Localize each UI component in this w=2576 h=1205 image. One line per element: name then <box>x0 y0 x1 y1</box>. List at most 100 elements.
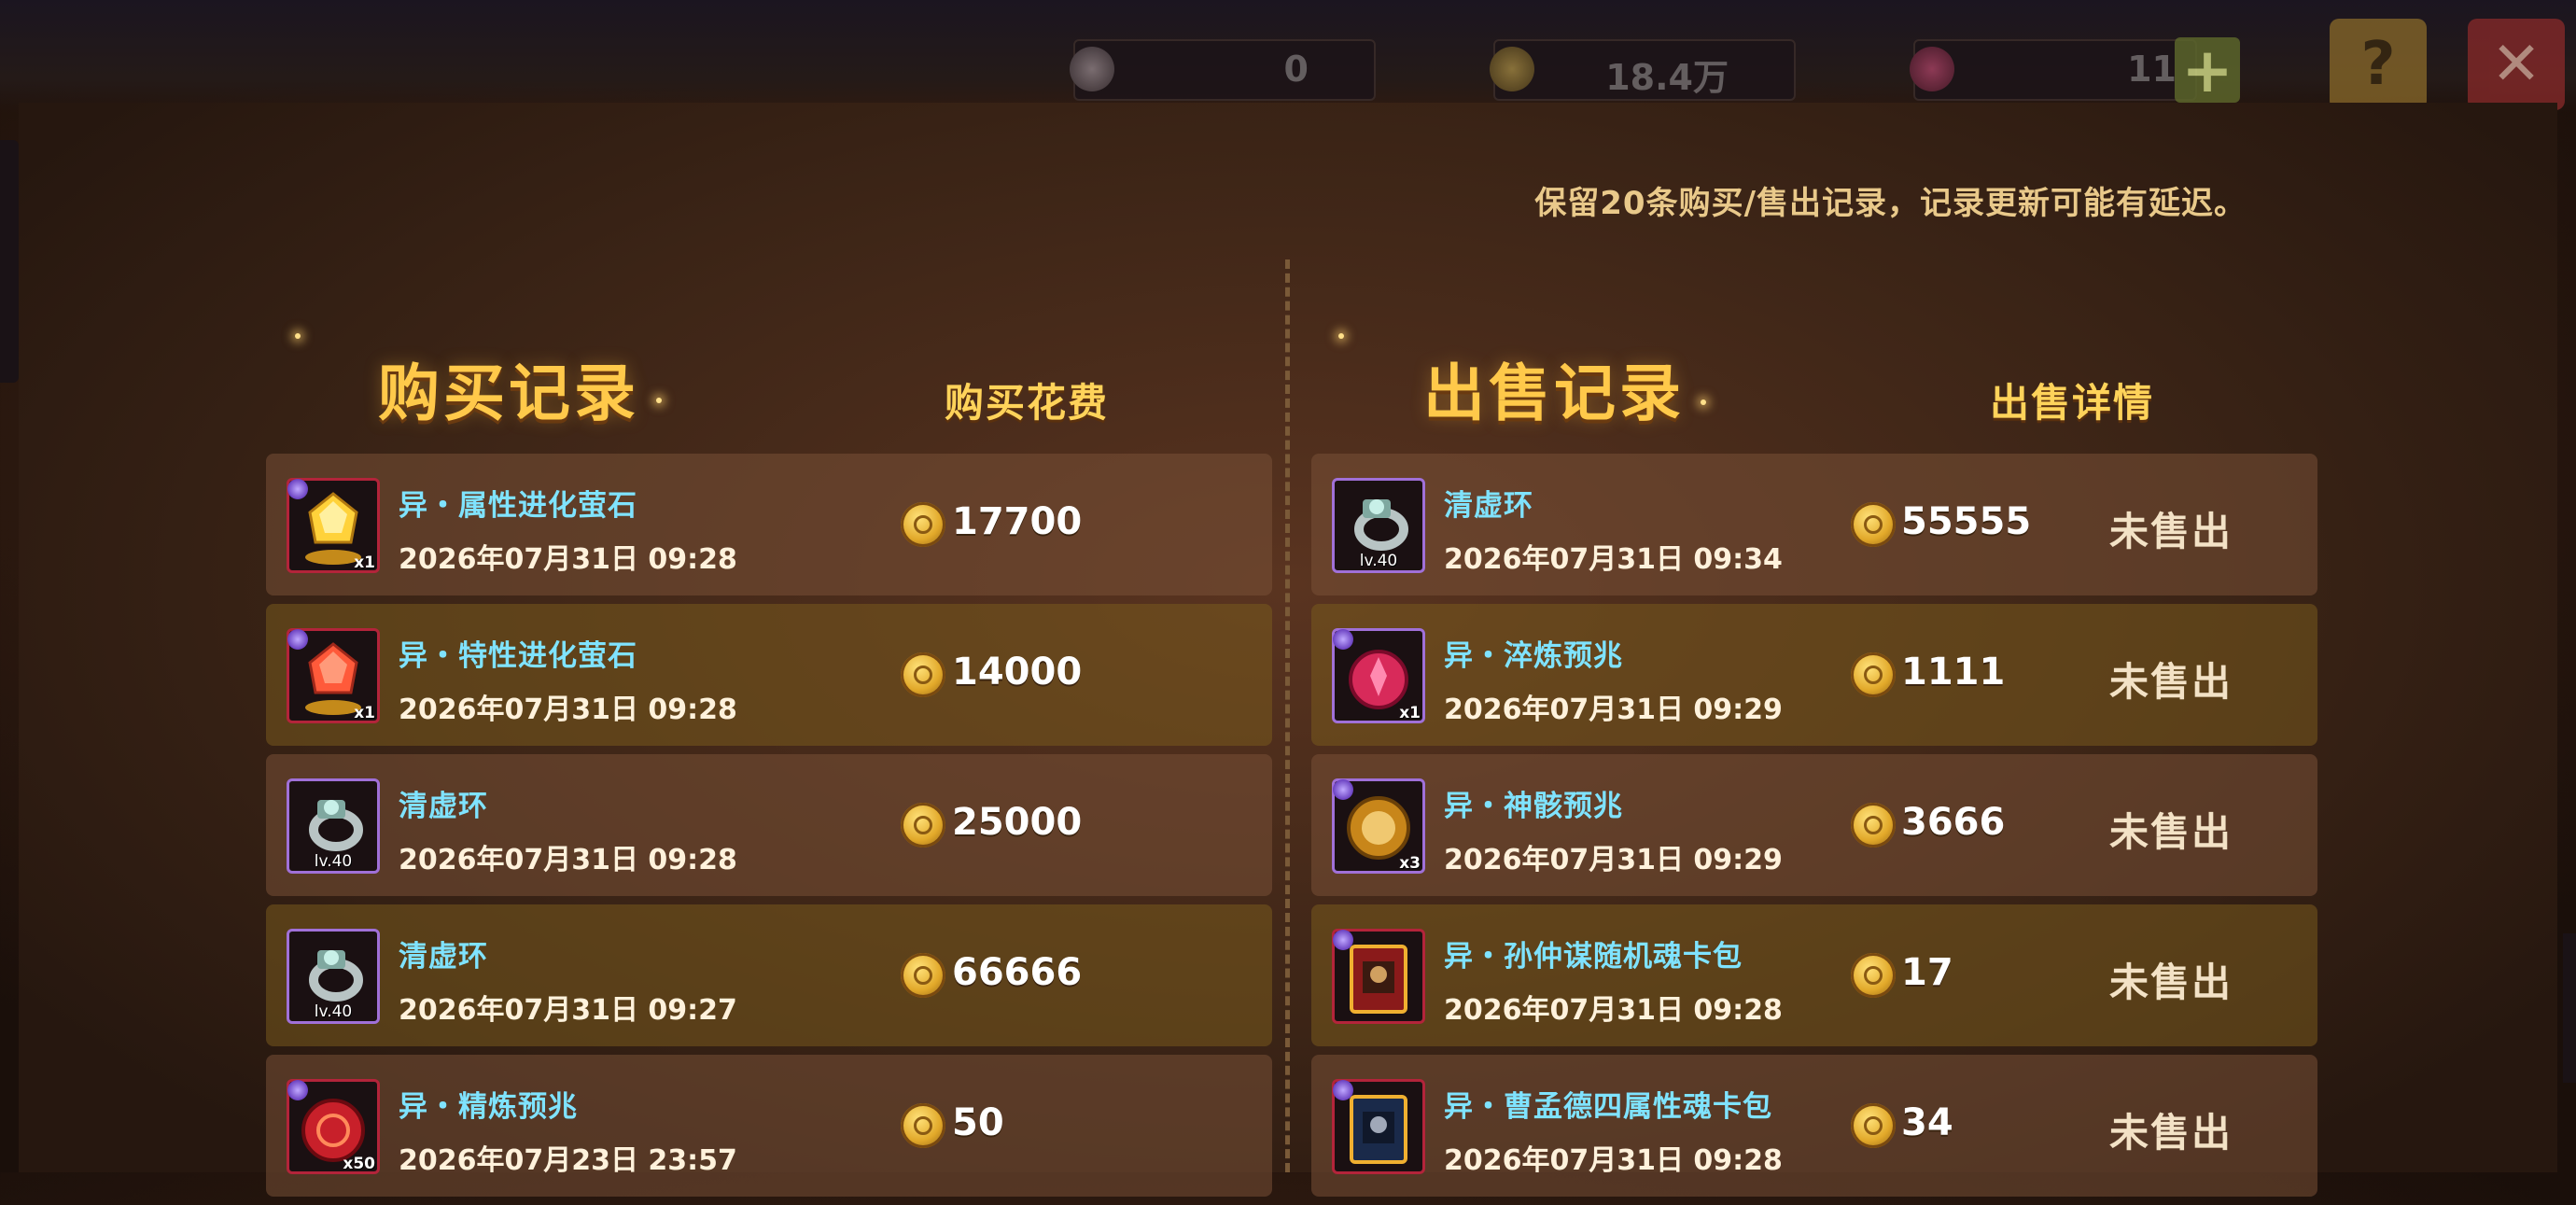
item-name: 清虚环 <box>399 940 488 974</box>
sell-price: 1111 <box>1901 651 2006 694</box>
record-time: 2026年07月31日 09:27 <box>399 994 737 1027</box>
buy-record-row[interactable]: x1 异・特性进化萤石 2026年07月31日 09:28 14000 <box>266 604 1272 746</box>
buy-record-row[interactable]: lv.40 清虚环 2026年07月31日 09:28 25000 <box>266 754 1272 896</box>
sell-record-row[interactable]: 异・曹孟德四属性魂卡包 2026年07月31日 09:28 34 未售出 <box>1311 1055 2317 1197</box>
gem-icon <box>1910 47 1954 91</box>
gold-coin-icon <box>1851 502 1896 547</box>
sparkle <box>656 398 662 403</box>
item-slot[interactable]: lv.40 <box>1332 478 1425 573</box>
gold-coin-icon <box>901 652 945 697</box>
gold-coin-icon <box>1851 1103 1896 1148</box>
record-time: 2026年07月23日 23:57 <box>399 1144 737 1177</box>
buy-record-row[interactable]: x50 异・精炼预兆 2026年07月23日 23:57 50 <box>266 1055 1272 1197</box>
sell-record-row[interactable]: x3 异・神骸预兆 2026年07月31日 09:29 3666 未售出 <box>1311 754 2317 896</box>
item-slot[interactable]: x50 <box>287 1079 380 1174</box>
crystal-counter: 0 <box>1070 39 1376 101</box>
record-time: 2026年07月31日 09:29 <box>1444 844 1783 876</box>
item-slot[interactable]: lv.40 <box>287 929 380 1024</box>
sell-price: 3666 <box>1901 801 2006 844</box>
rarity-icon <box>287 1080 308 1100</box>
item-name: 异・曹孟德四属性魂卡包 <box>1444 1090 1772 1124</box>
gold-value: 18.4万 <box>1605 57 1729 98</box>
item-level: lv.40 <box>314 852 353 871</box>
buy-price: 14000 <box>952 651 1083 694</box>
record-time: 2026年07月31日 09:29 <box>1444 694 1783 726</box>
rarity-icon <box>1333 930 1353 950</box>
gold-coin-icon <box>1851 953 1896 998</box>
item-slot[interactable]: x3 <box>1332 778 1425 874</box>
buy-cost-header: 购买花费 <box>945 380 1110 426</box>
help-button[interactable]: ? <box>2330 19 2427 110</box>
item-name: 异・淬炼预兆 <box>1444 639 1623 673</box>
item-name: 清虚环 <box>1444 489 1533 523</box>
ring-icon <box>309 800 363 851</box>
buy-record-row[interactable]: lv.40 清虚环 2026年07月31日 09:27 66666 <box>266 904 1272 1046</box>
record-time: 2026年07月31日 09:28 <box>399 844 737 876</box>
sell-detail-header: 出售详情 <box>1990 380 2155 426</box>
item-name: 异・属性进化萤石 <box>399 489 637 523</box>
sell-price: 34 <box>1901 1101 1953 1144</box>
buy-price: 25000 <box>952 801 1083 844</box>
rarity-icon <box>287 479 308 499</box>
sale-status: 未售出 <box>2109 809 2233 855</box>
item-name: 清虚环 <box>399 790 488 823</box>
sell-record-row[interactable]: x1 异・淬炼预兆 2026年07月31日 09:29 1111 未售出 <box>1311 604 2317 746</box>
item-slot[interactable] <box>1332 1079 1425 1174</box>
gold-coin-icon <box>1851 803 1896 848</box>
top-currency-bar: 0 18.4万 11 + ? ✕ <box>0 0 2576 112</box>
gold-coin-icon <box>1490 47 1534 91</box>
item-level: lv.40 <box>1359 552 1398 570</box>
item-name: 异・神骸预兆 <box>1444 790 1623 823</box>
sale-status: 未售出 <box>2109 509 2233 554</box>
ring-icon <box>309 950 363 1002</box>
column-divider <box>1285 259 1290 1172</box>
item-slot[interactable]: x1 <box>287 628 380 723</box>
sell-record-row[interactable]: 异・孙仲谋随机魂卡包 2026年07月31日 09:28 17 未售出 <box>1311 904 2317 1046</box>
rarity-icon <box>1333 629 1353 650</box>
gold-coin-icon <box>901 803 945 848</box>
item-name: 异・孙仲谋随机魂卡包 <box>1444 940 1743 974</box>
buy-record-list: x1 异・属性进化萤石 2026年07月31日 09:28 17700 x1 异… <box>266 454 1272 1205</box>
item-name: 异・精炼预兆 <box>399 1090 578 1124</box>
gold-coin-icon <box>901 953 945 998</box>
item-level: lv.40 <box>314 1002 353 1021</box>
record-time: 2026年07月31日 09:28 <box>1444 994 1783 1027</box>
add-gem-button[interactable]: + <box>2175 35 2240 106</box>
sale-status: 未售出 <box>2109 960 2233 1005</box>
item-badge: x50 <box>343 1155 375 1173</box>
item-name: 异・特性进化萤石 <box>399 639 637 673</box>
item-badge: x1 <box>354 553 375 572</box>
gold-coin-icon <box>1851 652 1896 697</box>
buy-price: 50 <box>952 1101 1004 1144</box>
sell-record-list: lv.40 清虚环 2026年07月31日 09:34 55555 未售出 x1… <box>1311 454 2317 1205</box>
item-slot[interactable]: x1 <box>287 478 380 573</box>
sparkle <box>295 333 301 339</box>
sparkle <box>1701 399 1706 405</box>
gem-value: 11 <box>2127 49 2177 90</box>
gold-coin-icon <box>901 1103 945 1148</box>
left-edge-frame <box>0 140 19 383</box>
gem-counter: 11 <box>1910 39 2197 101</box>
sell-record-row[interactable]: lv.40 清虚环 2026年07月31日 09:34 55555 未售出 <box>1311 454 2317 595</box>
record-note: 保留20条购买/售出记录，记录更新可能有延迟。 <box>1534 185 2247 222</box>
record-time: 2026年07月31日 09:34 <box>1444 543 1783 576</box>
item-badge: x3 <box>1399 854 1421 873</box>
buy-price: 17700 <box>952 500 1083 543</box>
record-time: 2026年07月31日 09:28 <box>1444 1144 1783 1177</box>
rarity-icon <box>1333 1080 1353 1100</box>
close-button[interactable]: ✕ <box>2468 19 2565 110</box>
sell-price: 55555 <box>1901 500 2032 543</box>
item-slot[interactable]: x1 <box>1332 628 1425 723</box>
right-edge-frame <box>2563 933 2576 1083</box>
record-time: 2026年07月31日 09:28 <box>399 694 737 726</box>
sell-record-title: 出售记录 <box>1423 357 1685 429</box>
item-badge: x1 <box>354 704 375 722</box>
item-slot[interactable] <box>1332 929 1425 1024</box>
sale-status: 未售出 <box>2109 1110 2233 1156</box>
rarity-icon <box>1333 779 1353 800</box>
sparkle <box>1338 333 1344 339</box>
buy-record-row[interactable]: x1 异・属性进化萤石 2026年07月31日 09:28 17700 <box>266 454 1272 595</box>
item-slot[interactable]: lv.40 <box>287 778 380 874</box>
sell-price: 17 <box>1901 951 1953 994</box>
gold-coin-icon <box>901 502 945 547</box>
